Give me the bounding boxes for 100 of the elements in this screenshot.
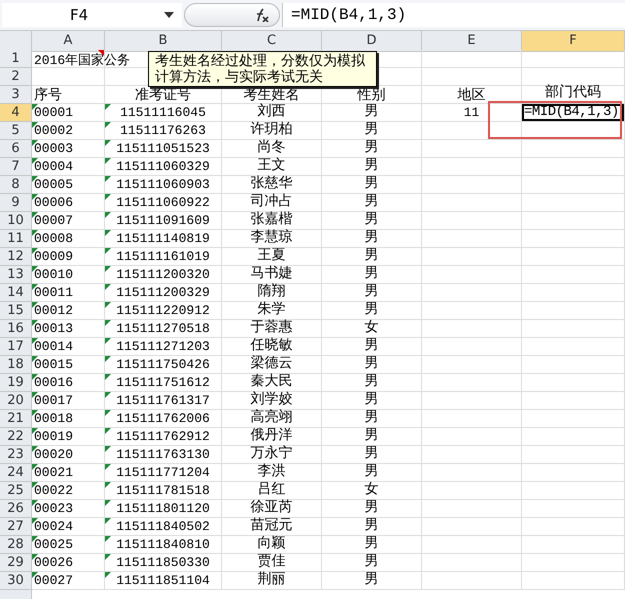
table-cell[interactable]: 高亮翊 [222, 410, 322, 428]
table-cell[interactable]: 俄丹洋 [222, 428, 322, 446]
row-header[interactable]: 23 [0, 446, 32, 464]
table-cell[interactable]: 11511116045 [105, 104, 222, 122]
table-cell[interactable] [422, 302, 522, 320]
row-header[interactable]: 25 [0, 482, 32, 500]
table-cell[interactable]: 男 [322, 518, 422, 536]
table-cell[interactable]: 贾佳 [222, 554, 322, 572]
table-cell[interactable]: 刘西 [222, 104, 322, 122]
table-cell[interactable]: 115111161019 [105, 248, 222, 266]
table-cell[interactable]: 115111751612 [105, 374, 222, 392]
table-cell[interactable]: 任晓敏 [222, 338, 322, 356]
table-cell[interactable]: 男 [322, 158, 422, 176]
row-header[interactable]: 7 [0, 158, 32, 176]
table-cell[interactable]: 尚冬 [222, 140, 322, 158]
table-cell[interactable] [522, 212, 625, 230]
table-cell[interactable]: 荆丽 [222, 572, 322, 590]
table-cell[interactable] [422, 554, 522, 572]
row-header[interactable]: 3 [0, 86, 32, 104]
table-cell[interactable]: 男 [322, 374, 422, 392]
row-header[interactable]: 29 [0, 554, 32, 572]
table-cell[interactable]: 115111781518 [105, 482, 222, 500]
table-cell[interactable]: 部门代码 [522, 86, 625, 104]
table-cell[interactable] [522, 446, 625, 464]
row-header[interactable]: 1 [0, 50, 32, 68]
table-cell[interactable]: 万永宁 [222, 446, 322, 464]
table-cell[interactable] [422, 482, 522, 500]
table-cell[interactable] [522, 230, 625, 248]
table-cell[interactable]: 男 [322, 266, 422, 284]
table-cell[interactable]: 地区 [422, 86, 522, 104]
table-cell[interactable]: 张慈华 [222, 176, 322, 194]
table-cell[interactable] [522, 572, 625, 590]
table-cell[interactable] [422, 518, 522, 536]
table-cell[interactable]: 男 [322, 428, 422, 446]
table-cell[interactable] [522, 284, 625, 302]
row-header[interactable]: 21 [0, 410, 32, 428]
column-header[interactable]: C [222, 31, 322, 52]
table-cell[interactable]: 男 [322, 392, 422, 410]
table-cell[interactable] [522, 518, 625, 536]
column-header[interactable]: F [522, 31, 625, 52]
select-all-corner[interactable] [0, 31, 32, 52]
table-cell[interactable] [522, 500, 625, 518]
table-cell[interactable] [422, 320, 522, 338]
table-cell[interactable] [522, 158, 625, 176]
table-cell[interactable]: 许玥柏 [222, 122, 322, 140]
table-cell[interactable]: 男 [322, 140, 422, 158]
table-cell[interactable] [422, 230, 522, 248]
table-cell[interactable] [422, 194, 522, 212]
table-cell[interactable]: 男 [322, 176, 422, 194]
table-cell[interactable] [522, 356, 625, 374]
column-header[interactable]: D [322, 31, 422, 52]
table-cell[interactable]: 男 [322, 338, 422, 356]
table-cell[interactable]: 朱学 [222, 302, 322, 320]
table-cell[interactable] [522, 194, 625, 212]
table-cell[interactable]: 女 [322, 482, 422, 500]
table-cell[interactable]: 男 [322, 212, 422, 230]
table-cell[interactable] [422, 248, 522, 266]
table-cell[interactable]: 男 [322, 248, 422, 266]
table-cell[interactable]: 秦大民 [222, 374, 322, 392]
row-header[interactable]: 12 [0, 248, 32, 266]
row-header[interactable]: 8 [0, 176, 32, 194]
table-cell[interactable] [522, 374, 625, 392]
table-cell[interactable] [422, 428, 522, 446]
table-cell[interactable] [422, 500, 522, 518]
table-cell[interactable]: 男 [322, 104, 422, 122]
table-cell[interactable]: 115111840810 [105, 536, 222, 554]
table-cell[interactable]: 王夏 [222, 248, 322, 266]
row-header[interactable]: 4 [0, 104, 32, 122]
table-cell[interactable] [522, 464, 625, 482]
table-cell[interactable] [422, 410, 522, 428]
table-cell[interactable] [422, 446, 522, 464]
table-cell[interactable] [522, 392, 625, 410]
table-cell[interactable] [422, 212, 522, 230]
table-cell[interactable]: 115111060329 [105, 158, 222, 176]
table-cell[interactable]: 115111200329 [105, 284, 222, 302]
table-cell[interactable]: 王文 [222, 158, 322, 176]
table-cell[interactable]: 马书婕 [222, 266, 322, 284]
row-header[interactable]: 13 [0, 266, 32, 284]
table-cell[interactable] [522, 410, 625, 428]
table-cell[interactable]: 115111761317 [105, 392, 222, 410]
table-cell[interactable]: 00027 [32, 572, 105, 590]
table-cell[interactable]: 男 [322, 356, 422, 374]
row-header[interactable]: 2 [0, 68, 32, 86]
table-cell[interactable]: 11511176263 [105, 122, 222, 140]
table-cell[interactable] [522, 302, 625, 320]
table-cell[interactable] [522, 248, 625, 266]
table-cell[interactable]: 序号 [32, 86, 105, 104]
table-cell[interactable]: 女 [322, 320, 422, 338]
table-cell[interactable] [422, 464, 522, 482]
table-cell[interactable]: 115111060903 [105, 176, 222, 194]
table-cell[interactable]: 男 [322, 230, 422, 248]
table-cell[interactable]: 男 [322, 446, 422, 464]
table-cell[interactable] [422, 284, 522, 302]
table-cell[interactable] [522, 428, 625, 446]
table-cell[interactable] [422, 266, 522, 284]
row-header[interactable]: 14 [0, 284, 32, 302]
table-cell[interactable]: 男 [322, 554, 422, 572]
table-cell[interactable]: 李慧琼 [222, 230, 322, 248]
table-cell[interactable]: 115111091609 [105, 212, 222, 230]
formula-input[interactable]: =MID(B4,1,3) [282, 3, 625, 27]
